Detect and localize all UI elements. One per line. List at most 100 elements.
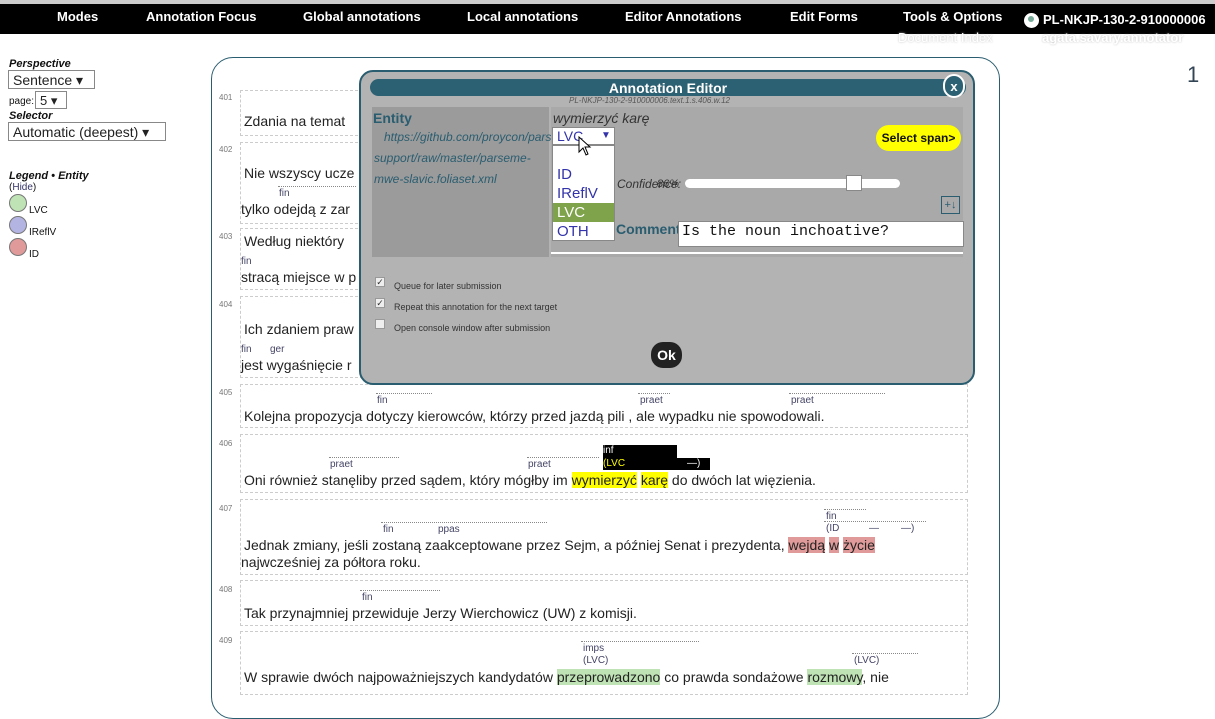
sentence-text[interactable]: stracą miejsce w p [241,269,356,285]
annotation-tag: —) [901,523,915,534]
class-option-id[interactable]: ID [553,165,614,184]
ok-button[interactable]: Ok [651,342,682,368]
legend-lvc-label: LVC [29,205,48,216]
nav-modes[interactable]: Modes [57,9,98,24]
annotation-tag: — [869,523,879,534]
select-span-button[interactable]: Select span> [876,125,961,151]
perspective-label: Perspective [9,58,71,70]
highlighted-word[interactable]: wejdą [788,537,826,553]
highlighted-word[interactable]: wymierzyć [571,472,637,488]
sentence-text[interactable]: Według niektóry [244,233,344,249]
nav-global-annotations[interactable]: Global annotations [303,9,421,24]
sentence-number: 403 [219,232,233,241]
word-tag: praet [330,459,353,470]
class-option-lvc[interactable]: LVC [553,203,614,222]
word-tag: imps [583,643,605,654]
confidence-value: 86% [657,178,680,190]
selected-annotation-tag[interactable]: (LVC —) [603,458,710,470]
sentence-text[interactable]: jest wygaśnięcie r [241,357,352,373]
sentence-text[interactable]: Zdania na temat [244,113,345,129]
word-tag: ppas [438,524,460,535]
nav-local-annotations[interactable]: Local annotations [467,9,578,24]
sentence-number: 407 [219,504,233,513]
entity-label: Entity [373,110,412,126]
repeat-checkbox[interactable]: ✓ [375,298,385,308]
legend-ireflv-label: IReflV [29,227,57,238]
class-option-oth[interactable]: OTH [553,222,614,241]
sentence-text[interactable]: Jednak zmiany, jeśli zostaną zaakceptowa… [244,537,875,553]
class-option-ireflv[interactable]: IReflV [553,184,614,203]
nav-tools-options[interactable]: Tools & Options [903,9,1002,24]
sentence-number: 404 [219,300,233,309]
selected-word-tag: inf [603,445,677,458]
selector-label: Selector [9,110,53,122]
annotation-tag[interactable]: (LVC) [854,655,879,666]
divider [551,252,963,254]
nav-editor-annotations[interactable]: Editor Annotations [625,9,742,24]
console-checkbox[interactable] [375,319,385,329]
span-text: wymierzyć karę [553,110,650,126]
legend-ireflv-dot [9,216,27,234]
legend-label: Legend • Entity [9,170,89,182]
document-index-link[interactable]: Document Index [898,30,993,45]
nav-annotation-focus[interactable]: Annotation Focus [146,9,257,24]
comment-field[interactable]: Is the noun inchoative? [678,221,964,247]
sentence-text[interactable]: najwcześniej za półtora roku. [241,554,421,570]
legend-id-dot [9,238,27,256]
page-number: 1 [1187,62,1200,87]
sentence-number: 409 [219,636,233,645]
sentence-number: 408 [219,585,233,594]
sentence-text[interactable]: Oni również stanęliby przed sądem, który… [244,472,816,488]
close-button[interactable]: x [943,74,965,98]
word-tag: ger [270,344,285,355]
queue-checkbox[interactable]: ✓ [375,277,385,287]
add-annotation-button[interactable]: +↓ [941,196,960,214]
word-tag: fin [279,188,290,199]
sentence-text[interactable]: W sprawie dwóch najpoważniejszych kandyd… [244,669,889,685]
annotation-tag[interactable]: (ID [826,523,839,534]
queue-label: Queue for later submission [394,281,502,291]
mouse-cursor-icon [578,136,592,156]
word-tag: fin [377,395,388,406]
highlighted-word[interactable]: rozmowy [807,669,863,685]
word-tag: praet [528,459,551,470]
document-id: PL-NKJP-130-2-910000006 [1043,12,1206,27]
legend-hide-link[interactable]: Hide [12,182,33,193]
dialog-title[interactable]: Annotation Editor [370,79,966,96]
highlighted-word[interactable]: przeprowadzono [556,669,661,685]
highlighted-word[interactable]: w [828,537,840,553]
word-tag: fin [362,592,373,603]
word-tag: praet [640,395,663,406]
chevron-down-icon: ▼ [601,130,611,141]
annotation-tag[interactable]: (LVC) [583,655,608,666]
legend-hide: (Hide) [9,182,37,193]
sentence-text[interactable]: Nie wszyscy ucze [244,165,354,181]
user-name[interactable]: agata.savary.annotator [1042,30,1183,45]
legend-id-label: ID [29,249,39,260]
legend-lvc-dot [9,194,27,212]
repeat-label: Repeat this annotation for the next targ… [394,302,558,312]
nav-edit-forms[interactable]: Edit Forms [790,9,858,24]
entity-set-url[interactable]: https://github.com/proycon/parseme-suppo… [374,127,579,190]
confidence-slider[interactable] [685,179,900,188]
page-label: page: [9,96,35,107]
highlighted-word[interactable]: karę [640,472,669,488]
word-tag: praet [791,395,814,406]
sentence-text[interactable]: Ich zdaniem praw [244,321,354,337]
selector-select[interactable]: Automatic (deepest) ▾ [8,122,166,141]
sentence-number: 402 [219,145,233,154]
sentence-text[interactable]: Tak przynajmniej przewiduje Jerzy Wierch… [244,605,637,621]
globe-icon [1024,13,1039,28]
sentence-number: 401 [219,93,233,102]
word-tag: fin [241,344,252,355]
console-label: Open console window after submission [394,323,551,333]
word-tag: fin [383,524,394,535]
confidence-slider-thumb[interactable] [845,175,862,191]
highlighted-word[interactable]: życie [842,537,875,553]
sentence-text[interactable]: tylko odejdą z zar [241,201,350,217]
page-select[interactable]: 5 ▾ [35,91,67,109]
comment-label: Comment: [616,221,686,237]
sentence-text[interactable]: Kolejna propozycja dotyczy kierowców, kt… [244,408,825,424]
top-nav-bar: Modes Annotation Focus Global annotation… [0,0,1215,34]
perspective-select[interactable]: Sentence ▾ [8,70,95,89]
